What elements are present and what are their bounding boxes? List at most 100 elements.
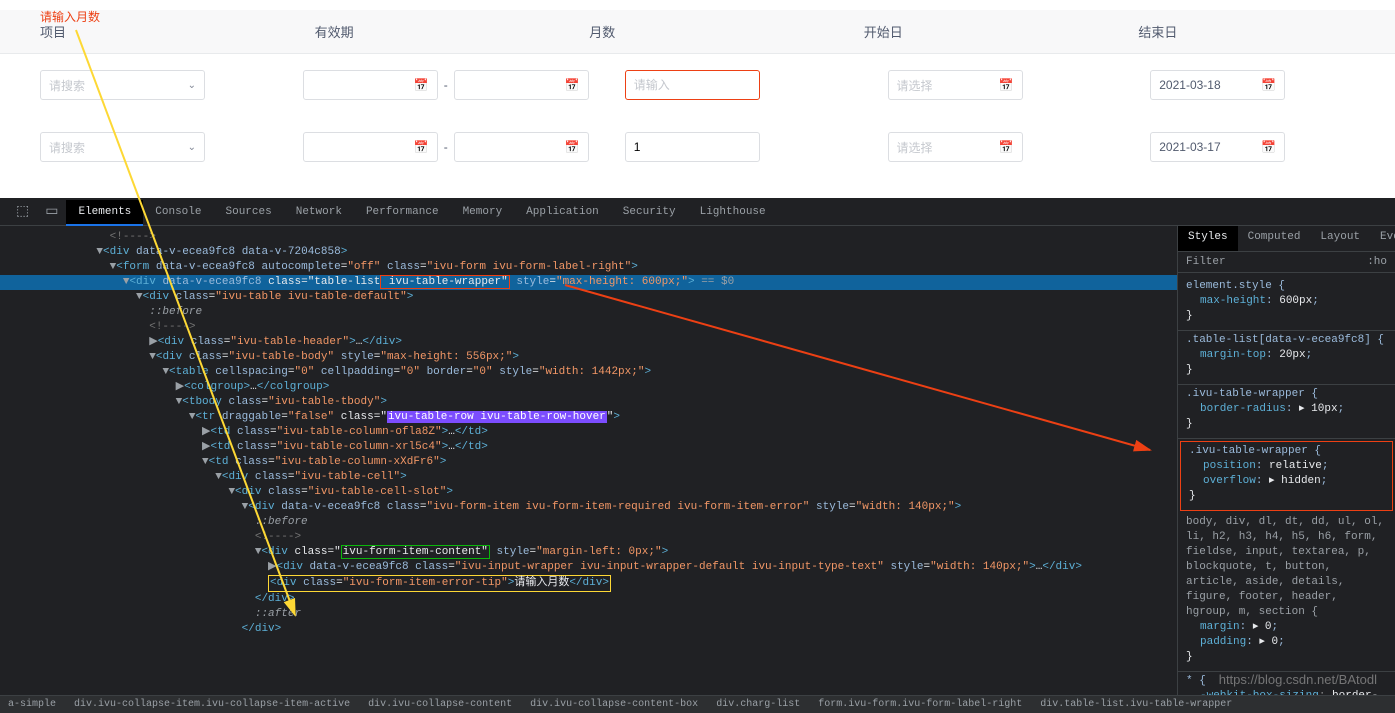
- styles-panel: StylesComputedLayoutEvent Filter :ho ele…: [1177, 226, 1395, 695]
- th-end: 结束日: [1120, 10, 1395, 53]
- dom-line[interactable]: ▼<tr draggable="false" class="ivu-table-…: [0, 410, 1177, 425]
- dom-line[interactable]: ▼<div data-v-ecea9fc8 class="ivu-form-it…: [0, 500, 1177, 515]
- table-header: 项目 有效期 月数 开始日 结束日: [0, 10, 1395, 54]
- date-from[interactable]: 📅: [303, 132, 438, 162]
- months-field[interactable]: [634, 78, 751, 92]
- dom-line[interactable]: ::before: [0, 305, 1177, 320]
- range-dash: -: [444, 78, 448, 92]
- dom-line[interactable]: ▼<div class="ivu-form-item-content" styl…: [0, 545, 1177, 560]
- styles-tab-layout[interactable]: Layout: [1310, 226, 1370, 251]
- dom-line[interactable]: ▼<div data-v-ecea9fc8 class="table-list …: [0, 275, 1177, 290]
- months-input[interactable]: [625, 70, 760, 100]
- date-value: 2021-03-17: [1159, 140, 1220, 154]
- validity-range: 📅 - 📅: [303, 70, 589, 100]
- calendar-icon: 📅: [565, 78, 580, 92]
- calendar-icon: 📅: [1261, 140, 1276, 154]
- date-from[interactable]: 📅: [303, 70, 438, 100]
- dom-line[interactable]: ▼<div class="ivu-table-body" style="max-…: [0, 350, 1177, 365]
- dom-line[interactable]: ▼<div class="ivu-table-cell-slot">: [0, 485, 1177, 500]
- dom-line[interactable]: ▶<td class="ivu-table-column-xrl5c4">…</…: [0, 440, 1177, 455]
- filter-input[interactable]: Filter: [1186, 256, 1226, 268]
- select-placeholder: 请搜索: [49, 139, 85, 156]
- dom-line[interactable]: ▼<div class="ivu-table ivu-table-default…: [0, 290, 1177, 305]
- devtools-tab-elements[interactable]: Elements: [66, 200, 143, 226]
- range-dash: -: [444, 140, 448, 154]
- dom-line[interactable]: ▶<td class="ivu-table-column-ofla8Z">…</…: [0, 425, 1177, 440]
- end-date[interactable]: 2021-03-18📅: [1150, 70, 1285, 100]
- css-rule[interactable]: body, div, dl, dt, dd, ul, ol, li, h2, h…: [1178, 513, 1395, 672]
- dom-line[interactable]: <!---->: [0, 230, 1177, 245]
- styles-tab-styles[interactable]: Styles: [1178, 226, 1238, 251]
- date-placeholder: 请选择: [897, 77, 933, 94]
- dom-line[interactable]: <div class="ivu-form-item-error-tip">请输入…: [0, 575, 1177, 592]
- dom-line[interactable]: </div>: [0, 622, 1177, 637]
- devtools-tab-memory[interactable]: Memory: [451, 200, 515, 224]
- dom-line[interactable]: ▼<table cellspacing="0" cellpadding="0" …: [0, 365, 1177, 380]
- devtools-tab-security[interactable]: Security: [611, 200, 688, 224]
- devtools-tab-application[interactable]: Application: [514, 200, 611, 224]
- calendar-icon: 📅: [1261, 78, 1276, 92]
- devtools-tab-performance[interactable]: Performance: [354, 200, 451, 224]
- breadcrumb[interactable]: a-simple div.ivu-collapse-item.ivu-colla…: [0, 695, 1395, 713]
- filter-row: Filter :ho: [1178, 252, 1395, 273]
- css-rule[interactable]: element.style {max-height: 600px;}: [1178, 277, 1395, 331]
- styles-tab-event[interactable]: Event: [1370, 226, 1395, 251]
- chevron-down-icon: ⌄: [188, 80, 196, 91]
- start-date[interactable]: 请选择 📅: [888, 132, 1023, 162]
- devtools-tab-sources[interactable]: Sources: [214, 200, 284, 224]
- table-row: 请搜索 ⌄ 📅 - 📅 请选择 📅 2021-03-18📅: [0, 54, 1395, 116]
- dom-line[interactable]: ▼<div class="ivu-table-cell">: [0, 470, 1177, 485]
- devtools-tab-console[interactable]: Console: [143, 200, 213, 224]
- start-date[interactable]: 请选择 📅: [888, 70, 1023, 100]
- calendar-icon: 📅: [999, 140, 1014, 154]
- project-select[interactable]: 请搜索 ⌄: [40, 70, 205, 100]
- date-placeholder: 请选择: [897, 139, 933, 156]
- dom-line[interactable]: ▼<div data-v-ecea9fc8 data-v-7204c858>: [0, 245, 1177, 260]
- css-rule[interactable]: .ivu-table-wrapper {border-radius: ▸ 10p…: [1178, 385, 1395, 439]
- th-start: 开始日: [846, 10, 1121, 53]
- dom-line[interactable]: ▼<tbody class="ivu-table-tbody">: [0, 395, 1177, 410]
- error-tip: 请输入月数: [40, 8, 100, 25]
- validity-range: 📅 - 📅: [303, 132, 589, 162]
- devtools: ⬚ ▭ ElementsConsoleSourcesNetworkPerform…: [0, 198, 1395, 713]
- dom-line[interactable]: ::after: [0, 607, 1177, 622]
- date-to[interactable]: 📅: [454, 132, 589, 162]
- dom-line[interactable]: ▼<td class="ivu-table-column-xXdFr6">: [0, 455, 1177, 470]
- dom-line[interactable]: <!---->: [0, 530, 1177, 545]
- styles-tab-computed[interactable]: Computed: [1238, 226, 1311, 251]
- css-rule[interactable]: .table-list[data-v-ecea9fc8] {margin-top…: [1178, 331, 1395, 385]
- dom-line[interactable]: ▶<colgroup>…</colgroup>: [0, 380, 1177, 395]
- device-icon[interactable]: ▭: [37, 199, 66, 224]
- calendar-icon: 📅: [414, 78, 429, 92]
- styles-tabs: StylesComputedLayoutEvent: [1178, 226, 1395, 252]
- styles-content[interactable]: element.style {max-height: 600px;}.table…: [1178, 273, 1395, 695]
- calendar-icon: 📅: [999, 78, 1014, 92]
- hov-button[interactable]: :ho: [1367, 256, 1387, 268]
- select-placeholder: 请搜索: [49, 77, 85, 94]
- inspect-icon[interactable]: ⬚: [8, 199, 37, 224]
- months-field[interactable]: [634, 140, 751, 154]
- app-table: 请输入月数 项目 有效期 月数 开始日 结束日 请搜索 ⌄ 📅 - 📅 请选择 📅 20…: [0, 0, 1395, 198]
- dom-line[interactable]: ▼<form data-v-ecea9fc8 autocomplete="off…: [0, 260, 1177, 275]
- months-input[interactable]: [625, 132, 760, 162]
- dom-line[interactable]: <!---->: [0, 320, 1177, 335]
- project-select[interactable]: 请搜索 ⌄: [40, 132, 205, 162]
- dom-panel[interactable]: <!----> ▼<div data-v-ecea9fc8 data-v-720…: [0, 226, 1177, 695]
- table-row: 请搜索 ⌄ 📅 - 📅 请选择 📅 2021-03-17 📅: [0, 116, 1395, 178]
- chevron-down-icon: ⌄: [188, 142, 196, 153]
- th-validity: 有效期: [297, 10, 572, 53]
- end-date[interactable]: 2021-03-17 📅: [1150, 132, 1285, 162]
- dom-line[interactable]: ▶<div data-v-ecea9fc8 class="ivu-input-w…: [0, 560, 1177, 575]
- devtools-tab-lighthouse[interactable]: Lighthouse: [688, 200, 778, 224]
- watermark: https://blog.csdn.net/BAtodl: [1219, 672, 1377, 687]
- dom-line[interactable]: ::before: [0, 515, 1177, 530]
- th-months: 月数: [571, 10, 846, 53]
- calendar-icon: 📅: [565, 140, 580, 154]
- devtools-tab-network[interactable]: Network: [284, 200, 354, 224]
- dom-line[interactable]: </div>: [0, 592, 1177, 607]
- calendar-icon: 📅: [414, 140, 429, 154]
- devtools-tabs: ⬚ ▭ ElementsConsoleSourcesNetworkPerform…: [0, 198, 1395, 226]
- css-rule[interactable]: .ivu-table-wrapper {position: relative;o…: [1180, 441, 1393, 511]
- dom-line[interactable]: ▶<div class="ivu-table-header">…</div>: [0, 335, 1177, 350]
- date-to[interactable]: 📅: [454, 70, 589, 100]
